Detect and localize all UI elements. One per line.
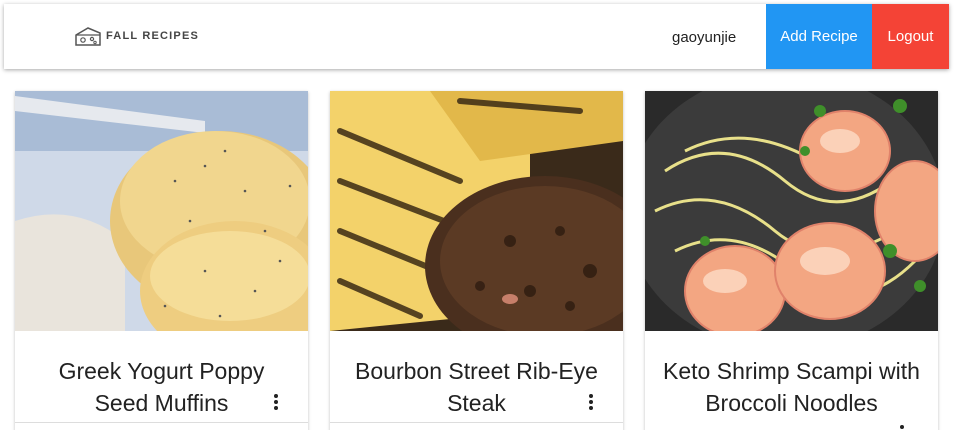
recipe-title[interactable]: Keto Shrimp Scampi with Broccoli Noodles xyxy=(661,355,922,419)
brand-name: FALL RECIPES xyxy=(106,30,200,42)
card-divider xyxy=(15,422,308,423)
username-label: gaoyunjie xyxy=(672,29,737,46)
brand-logo[interactable]: FALL RECIPES xyxy=(74,24,199,48)
more-vert-icon[interactable] xyxy=(898,424,906,430)
recipe-image[interactable] xyxy=(330,91,623,331)
recipe-image[interactable] xyxy=(15,91,308,331)
logout-button[interactable]: Logout xyxy=(872,4,949,69)
recipe-card[interactable]: Keto Shrimp Scampi with Broccoli Noodles xyxy=(645,91,938,430)
add-recipe-button[interactable]: Add Recipe xyxy=(766,4,872,69)
top-navbar: FALL RECIPES gaoyunjie Add Recipe Logout xyxy=(4,4,949,69)
recipe-card[interactable]: Greek Yogurt Poppy Seed Muffins xyxy=(15,91,308,430)
card-divider xyxy=(330,422,623,423)
recipe-image[interactable] xyxy=(645,91,938,331)
recipe-title[interactable]: Bourbon Street Rib-Eye Steak xyxy=(346,355,607,419)
cheese-logo-icon xyxy=(75,27,101,46)
recipe-title[interactable]: Greek Yogurt Poppy Seed Muffins xyxy=(31,355,292,419)
more-vert-icon[interactable] xyxy=(272,393,280,413)
more-vert-icon[interactable] xyxy=(587,393,595,413)
recipe-card[interactable]: Bourbon Street Rib-Eye Steak xyxy=(330,91,623,430)
